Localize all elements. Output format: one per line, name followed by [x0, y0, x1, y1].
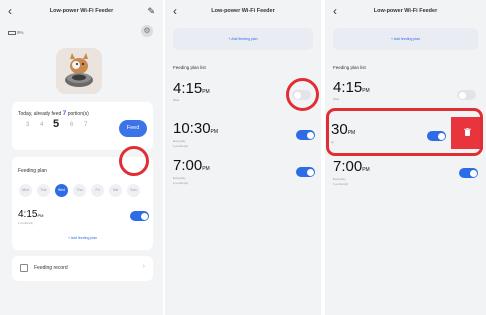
plan-time: 10:30PM	[173, 120, 219, 137]
plan-time: 4:15PM	[333, 79, 370, 96]
battery-status: 9%	[8, 30, 24, 35]
record-icon	[20, 264, 28, 272]
feeding-plan-title: Feeding plan	[18, 168, 47, 174]
plan-toggle-on[interactable]	[296, 167, 315, 177]
top-bar: ‹ Low-power Wi-Fi Feeder	[165, 0, 321, 24]
plan-portion: 1 portion(s)	[173, 181, 189, 185]
plan-days: Wed	[173, 98, 180, 102]
edit-icon[interactable]: ✎	[147, 6, 155, 17]
feeding-record-row[interactable]: Feeding record ›	[12, 256, 153, 281]
add-feeding-plan-button[interactable]: + Add feeding plan	[333, 28, 478, 50]
plan-portion: 1 portion(s)	[18, 221, 34, 225]
today-feed-card: Today, already feed 7 portion(s) 3 4 5 6…	[12, 102, 153, 150]
highlight-circle	[286, 78, 319, 111]
highlight-rectangle	[326, 108, 483, 156]
day-fri[interactable]: Fri	[91, 184, 104, 197]
plan-time: 4:15PM	[18, 209, 44, 220]
plan-toggle[interactable]	[130, 211, 149, 221]
plan-time: 7:00PM	[173, 157, 210, 174]
plan-toggle-on[interactable]	[459, 168, 478, 178]
plan-days: Everyday	[173, 139, 186, 143]
add-feeding-plan-button[interactable]: + Add feeding plan	[173, 28, 313, 50]
plan-days: Wed	[333, 97, 340, 101]
top-bar: ‹ Low-power Wi-Fi Feeder	[325, 0, 486, 24]
plan-toggle-off[interactable]	[457, 90, 476, 100]
plan-days: Everyday	[333, 177, 346, 181]
feeding-plan-list-screen: ‹ Low-power Wi-Fi Feeder + Add feeding p…	[165, 0, 321, 315]
page-title: Low-power Wi-Fi Feeder	[49, 8, 114, 14]
page-title: Low-power Wi-Fi Feeder	[211, 8, 275, 14]
day-mon[interactable]: Mon	[19, 184, 32, 197]
highlight-circle	[119, 146, 149, 176]
feeding-plan-swipe-delete-screen: ‹ Low-power Wi-Fi Feeder + Add feeding p…	[325, 0, 486, 315]
plan-portion: 1 portion(s)	[173, 144, 189, 148]
portion-selected[interactable]: 5	[53, 118, 59, 130]
day-wed[interactable]: Wed	[55, 184, 68, 197]
portion-option[interactable]: 3	[26, 122, 29, 128]
day-sat[interactable]: Sat	[109, 184, 122, 197]
day-thu[interactable]: Thu	[73, 184, 86, 197]
plan-toggle-on[interactable]	[296, 130, 315, 140]
plan-portion: 1 portion(s)	[333, 182, 349, 186]
feeding-record-label: Feeding record	[34, 265, 68, 271]
portion-option[interactable]: 4	[40, 122, 43, 128]
feed-button[interactable]: Feed	[119, 120, 147, 137]
day-sun[interactable]: Sun	[127, 184, 140, 197]
feeder-device-image	[56, 48, 102, 94]
portion-option[interactable]: 7	[84, 122, 87, 128]
plan-time: 4:15PM	[173, 80, 210, 97]
battery-icon	[8, 30, 16, 35]
add-feeding-plan-link[interactable]: + Add feeding plan	[12, 236, 153, 240]
plan-list-title: Feeding plan list	[333, 65, 366, 70]
fed-summary: Today, already feed 7 portion(s)	[18, 110, 89, 117]
top-bar: ‹ Low-power Wi-Fi Feeder ✎	[0, 0, 163, 24]
page-title: Low-power Wi-Fi Feeder	[373, 8, 438, 14]
day-tue[interactable]: Tue	[37, 184, 50, 197]
feeder-home-screen: ‹ Low-power Wi-Fi Feeder ✎ 9% ⚙ Today, a…	[0, 0, 163, 315]
plan-list-title: Feeding plan list	[173, 65, 206, 70]
plan-time: 7:00PM	[333, 158, 370, 175]
settings-icon[interactable]: ⚙	[141, 25, 153, 37]
plan-days: Everyday	[173, 176, 186, 180]
portion-option[interactable]: 6	[70, 122, 73, 128]
chevron-right-icon: ›	[142, 263, 145, 270]
